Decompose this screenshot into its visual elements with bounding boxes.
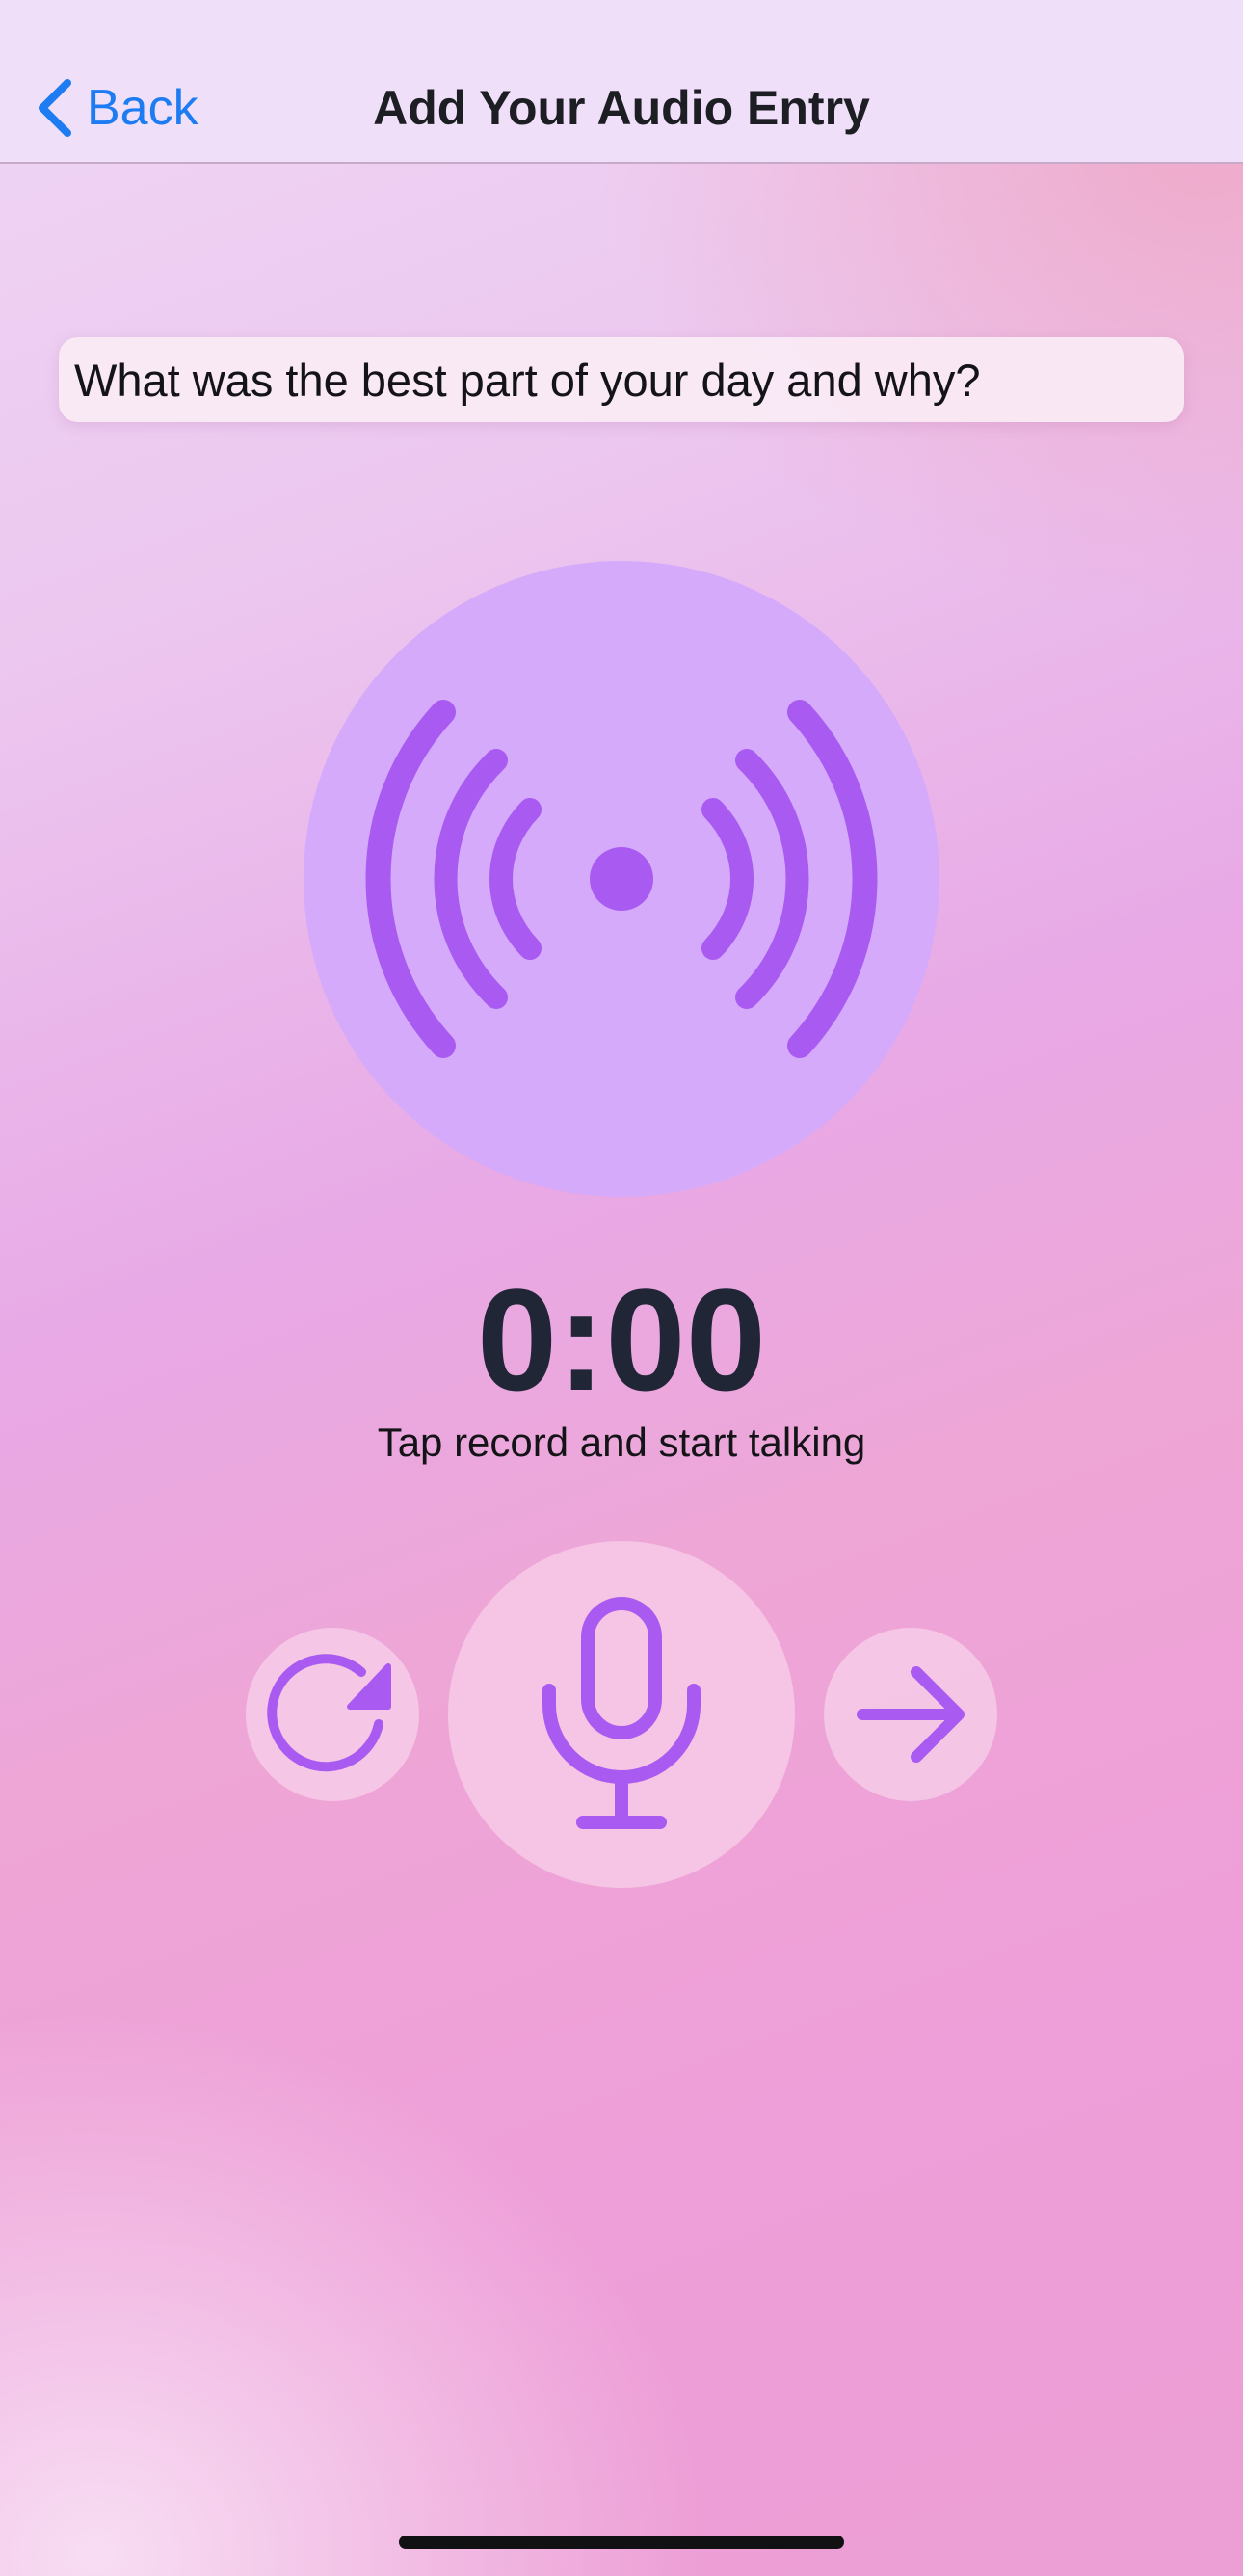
home-indicator — [399, 2536, 844, 2549]
microphone-icon — [542, 1597, 701, 1829]
recording-status-indicator — [304, 561, 939, 1197]
rotate-clockwise-icon — [267, 1654, 391, 1772]
recording-timer: 0:00 — [476, 1259, 767, 1421]
navigation-bar: Back Add Your Audio Entry — [0, 0, 1243, 164]
recording-hint: Tap record and start talking — [377, 1420, 866, 1465]
page-title: Add Your Audio Entry — [373, 81, 870, 135]
broadcast-icon — [365, 700, 878, 1058]
arrow-right-icon — [857, 1666, 965, 1763]
prompt-text: What was the best part of your day and w… — [74, 354, 981, 406]
reset-button[interactable] — [246, 1628, 419, 1801]
record-button[interactable] — [448, 1541, 795, 1888]
next-button[interactable] — [824, 1628, 997, 1801]
prompt-card: What was the best part of your day and w… — [59, 337, 1184, 422]
